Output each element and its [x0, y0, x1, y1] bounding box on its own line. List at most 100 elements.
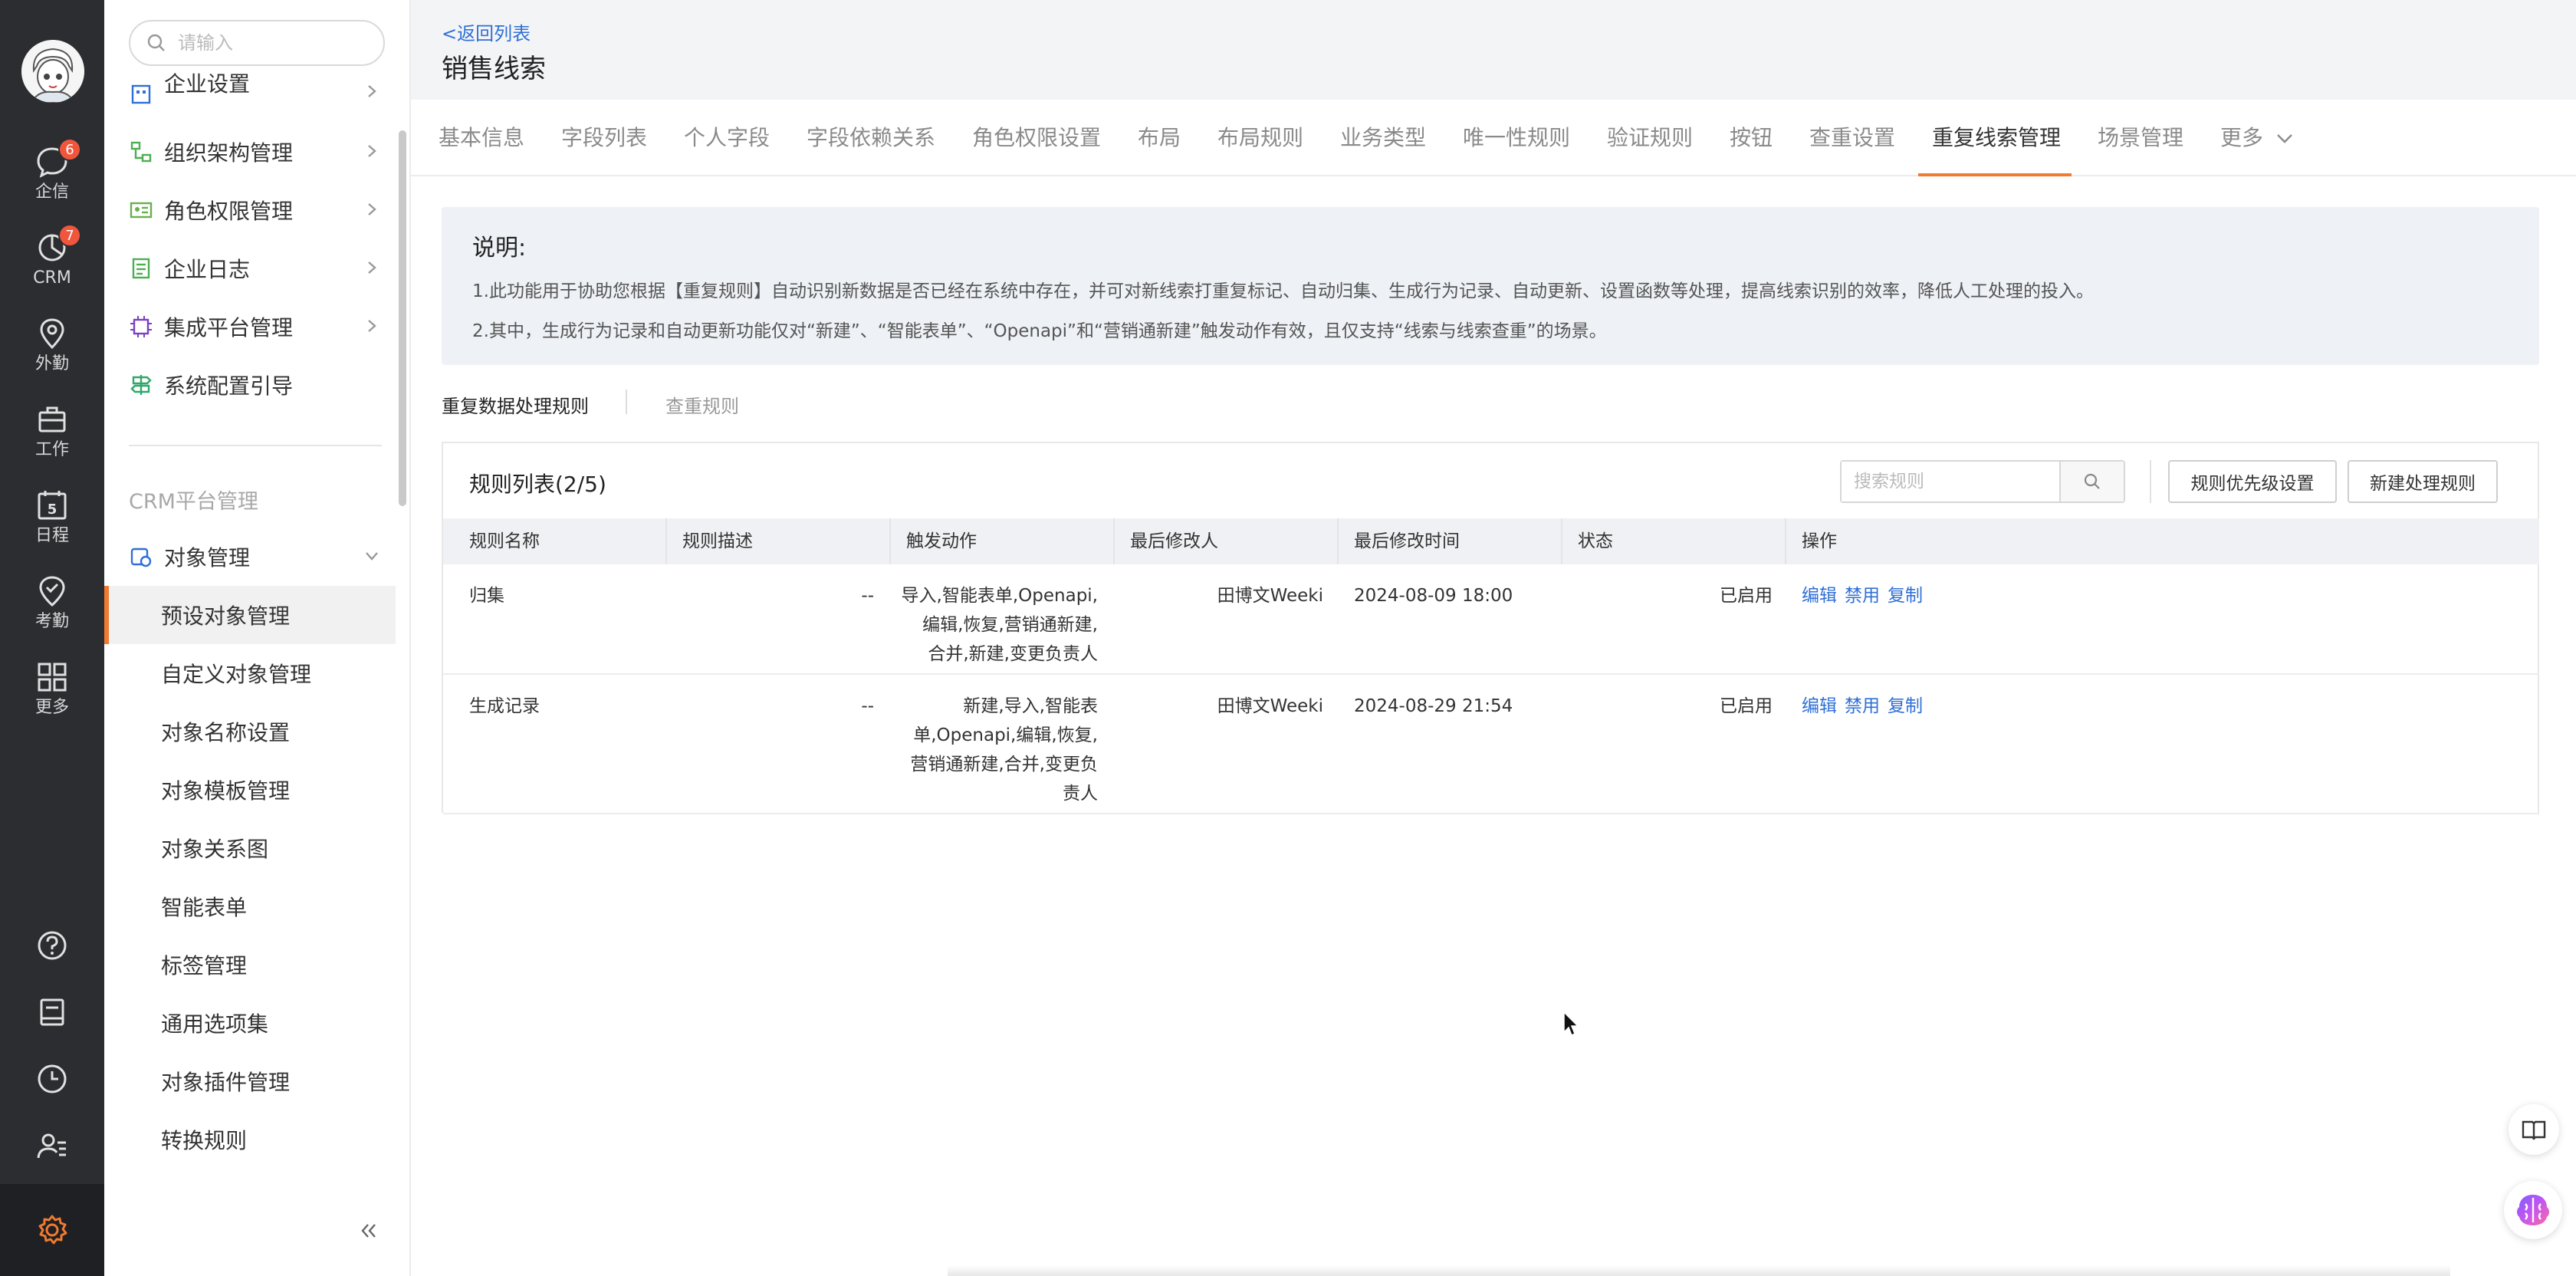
tab-personal-fields[interactable]: 个人字段: [684, 121, 770, 152]
sidebar-item-label: 角色权限管理: [164, 199, 294, 224]
rail-label: 更多: [34, 698, 69, 717]
calendar-day: 5: [48, 502, 58, 518]
sidebar-item-label: 企业日志: [164, 257, 251, 282]
tab-validation-rules[interactable]: 验证规则: [1607, 121, 1693, 152]
settings-sidebar: 企业设置 组织架构管理 角色权限管理 企业日志 集成平台管理 系统配置引导: [104, 0, 411, 1276]
tab-field-dependencies[interactable]: 字段依赖关系: [807, 121, 935, 152]
tab-layout-rules[interactable]: 布局规则: [1217, 121, 1303, 152]
tab-scene-management[interactable]: 场景管理: [2098, 121, 2183, 152]
column-header: 最后修改时间: [1339, 518, 1562, 564]
sidebar-item-conversion-rules[interactable]: 转换规则: [104, 1110, 396, 1169]
trigger-line: 新建,导入,智能表: [963, 696, 1098, 716]
disable-link[interactable]: 禁用: [1845, 586, 1880, 606]
sidebar-item-object-graph[interactable]: 对象关系图: [104, 819, 396, 877]
sidebar-item-enterprise-settings[interactable]: 企业设置: [104, 66, 396, 121]
copy-link[interactable]: 复制: [1888, 586, 1923, 606]
sidebar-search-input[interactable]: [178, 32, 370, 54]
edit-link[interactable]: 编辑: [1802, 586, 1837, 606]
sidebar-item-label: 对象模板管理: [161, 778, 291, 804]
rule-priority-button[interactable]: 规则优先级设置: [2168, 460, 2337, 503]
sidebar-item-roles[interactable]: 角色权限管理: [104, 181, 396, 239]
chip-icon: [130, 316, 152, 337]
tab-role-permissions[interactable]: 角色权限设置: [972, 121, 1101, 152]
check-location-icon: [39, 576, 65, 607]
sidebar-item-logs[interactable]: 企业日志: [104, 239, 396, 298]
sidebar-item-object-plugins[interactable]: 对象插件管理: [104, 1052, 396, 1110]
new-rule-button[interactable]: 新建处理规则: [2348, 460, 2498, 503]
object-gear-icon: [130, 548, 152, 567]
sidebar-item-label: 系统配置引导: [164, 373, 294, 399]
tab-layout[interactable]: 布局: [1138, 121, 1181, 152]
sidebar-item-label: 对象关系图: [161, 837, 269, 862]
sidebar-item-label: 通用选项集: [161, 1011, 269, 1037]
tab-dedupe-settings[interactable]: 查重设置: [1809, 121, 1895, 152]
page-header: <返回列表 销售线索: [411, 0, 2576, 100]
tab-more[interactable]: 更多: [2220, 121, 2295, 152]
rail-label: 工作: [34, 440, 69, 459]
rule-search-input[interactable]: [1842, 462, 2061, 502]
trigger-line: 营销通新建,合并,变更负: [910, 755, 1098, 774]
sidebar-item-object-names[interactable]: 对象名称设置: [104, 702, 396, 761]
edit-link[interactable]: 编辑: [1802, 696, 1837, 716]
sidebar-item-object-manage[interactable]: 对象管理: [104, 528, 396, 586]
last-modified-time: 2024-08-29 21:54: [1354, 696, 1513, 716]
collapse-sidebar-icon[interactable]: [357, 1219, 380, 1242]
help-icon[interactable]: [34, 928, 70, 963]
sidebar-item-option-sets[interactable]: 通用选项集: [104, 994, 396, 1052]
sidebar-item-preset-objects[interactable]: 预设对象管理: [104, 586, 396, 644]
sidebar-item-label: 标签管理: [161, 953, 248, 978]
rule-status: 已启用: [1720, 586, 1773, 606]
sidebar-item-label: 智能表单: [161, 895, 248, 920]
rule-search-box[interactable]: [1840, 460, 2125, 503]
sidebar-item-integration[interactable]: 集成平台管理: [104, 298, 396, 356]
tab-basic-info[interactable]: 基本信息: [439, 121, 524, 152]
back-to-list-link[interactable]: <返回列表: [442, 18, 531, 45]
sidebar-scrollbar[interactable]: [399, 130, 406, 506]
notebook-icon[interactable]: [34, 995, 70, 1031]
chevron-right-icon: [368, 261, 376, 274]
last-modifier: 田博文Weeki: [1217, 696, 1323, 716]
settings-button[interactable]: [0, 1184, 104, 1276]
sidebar-search[interactable]: [129, 20, 385, 66]
map-pin-icon: [40, 318, 64, 350]
sidebar-item-config-guide[interactable]: 系统配置引导: [104, 356, 396, 414]
rule-name: 归集: [469, 586, 504, 606]
user-list-icon[interactable]: [34, 1129, 70, 1164]
rail-item-more[interactable]: 更多: [0, 659, 104, 736]
subtab-duplicate-handling-rules[interactable]: 重复数据处理规则: [442, 391, 589, 418]
sidebar-item-label: 企业设置: [164, 71, 251, 97]
sidebar-item-smart-form[interactable]: 智能表单: [104, 877, 396, 936]
tab-field-list[interactable]: 字段列表: [561, 121, 647, 152]
sidebar-section-title: CRM平台管理: [129, 490, 258, 514]
sidebar-item-object-templates[interactable]: 对象模板管理: [104, 761, 396, 819]
rail-item-calendar[interactable]: 5 日程: [0, 488, 104, 564]
trigger-line: 导入,智能表单,Openapi,: [901, 586, 1098, 606]
sidebar-item-label: 预设对象管理: [161, 603, 291, 629]
chevron-right-icon: [368, 203, 376, 215]
tab-buttons[interactable]: 按钮: [1730, 121, 1773, 152]
rail-item-waiqin[interactable]: 外勤: [0, 316, 104, 393]
ai-assistant-button[interactable]: [2504, 1181, 2562, 1239]
tab-uniqueness-rules[interactable]: 唯一性规则: [1463, 121, 1570, 152]
rail-item-crm[interactable]: 7 CRM: [0, 224, 104, 307]
sidebar-item-custom-objects[interactable]: 自定义对象管理: [104, 644, 396, 702]
disable-link[interactable]: 禁用: [1845, 696, 1880, 716]
trigger-line: 编辑,恢复,营销通新建,: [922, 615, 1098, 635]
help-docs-button[interactable]: [2509, 1104, 2559, 1155]
tab-business-types[interactable]: 业务类型: [1340, 121, 1426, 152]
rail-item-work[interactable]: 工作: [0, 402, 104, 479]
subtab-dedupe-rules[interactable]: 查重规则: [665, 391, 739, 418]
avatar[interactable]: [21, 40, 84, 103]
rail-item-qixin[interactable]: 6 企信: [0, 138, 104, 221]
rail-item-attendance[interactable]: 考勤: [0, 574, 104, 650]
column-header: 状态: [1562, 518, 1786, 564]
sidebar-item-tags[interactable]: 标签管理: [104, 936, 396, 994]
search-icon: [2084, 473, 2100, 489]
tab-duplicate-lead-management[interactable]: 重复线索管理: [1932, 121, 2061, 152]
sidebar-item-org[interactable]: 组织架构管理: [104, 123, 396, 181]
rule-search-button[interactable]: [2061, 462, 2124, 502]
clock-icon[interactable]: [34, 1061, 70, 1097]
description-line-2: 2.其中，生成行为记录和自动更新功能仅对“新建”、“智能表单”、“Openapi…: [472, 321, 1607, 341]
book-icon: [2522, 1120, 2546, 1140]
copy-link[interactable]: 复制: [1888, 696, 1923, 716]
